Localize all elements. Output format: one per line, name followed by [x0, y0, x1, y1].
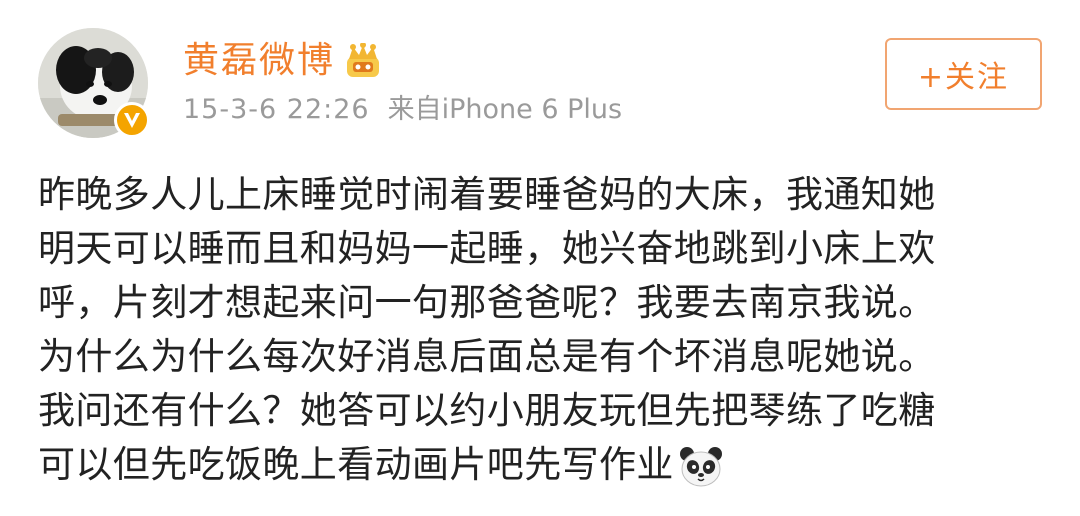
post-body: 昨晚多人儿上床睡觉时闹着要睡爸妈的大床，我通知她 明天可以睡而且和妈妈一起睡，她… — [38, 168, 1048, 492]
post-text-line: 明天可以睡而且和妈妈一起睡，她兴奋地跳到小床上欢 — [38, 227, 936, 270]
panda-emoji-icon — [678, 444, 724, 490]
username[interactable]: 黄磊微博 — [183, 36, 335, 86]
crown-icon[interactable] — [343, 42, 383, 79]
post-source: 来自iPhone 6 Plus — [387, 94, 623, 125]
post-text-line: 为什么为什么每次好消息后面总是有个坏消息呢她说。 — [38, 335, 936, 378]
follow-button[interactable]: +关注 — [885, 38, 1042, 110]
username-row: 黄磊微博 — [183, 36, 383, 86]
post-text-line: 我问还有什么？她答可以约小朋友玩但先把琴练了吃糖 — [38, 389, 936, 432]
post-timestamp[interactable]: 15-3-6 22:26 — [183, 88, 370, 132]
post-meta: 15-3-6 22:26 来自iPhone 6 Plus — [183, 88, 622, 132]
post-text-line: 呼，片刻才想起来问一句那爸爸呢？我要去南京我说。 — [38, 281, 936, 324]
post-text-line: 可以但先吃饭晚上看动画片吧先写作业 — [38, 443, 674, 486]
post-text-last-line: 可以但先吃饭晚上看动画片吧先写作业 — [38, 438, 1048, 492]
verified-v-badge-icon — [114, 102, 150, 138]
weibo-post-card: 黄磊微博 15-3-6 22:26 来自iPhone 6 Plus +关注 昨晚… — [0, 0, 1080, 516]
post-text-line: 昨晚多人儿上床睡觉时闹着要睡爸妈的大床，我通知她 — [38, 173, 936, 216]
